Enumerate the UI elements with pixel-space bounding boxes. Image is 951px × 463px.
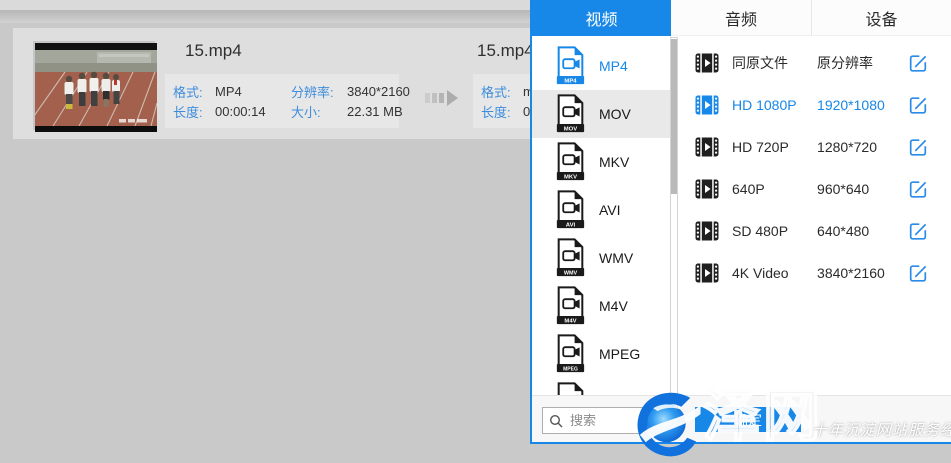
preset-row-640p[interactable]: 640P 960*640	[678, 168, 951, 210]
tab-audio[interactable]: 音频	[671, 0, 811, 36]
video-thumbnail[interactable]	[33, 41, 155, 130]
size-value: 22.31 MB	[347, 104, 410, 119]
svg-text:MKV: MKV	[564, 174, 577, 180]
search-icon	[549, 414, 563, 428]
panel-bottom-bar: 确定	[532, 395, 951, 442]
confirm-button[interactable]: 确定	[695, 407, 801, 432]
convert-arrow-icon	[425, 90, 460, 106]
format-label: AVI	[599, 202, 621, 218]
filmstrip-icon	[695, 51, 719, 75]
svg-text:MPEG: MPEG	[563, 366, 578, 372]
resolution-value: 3840*2160	[347, 84, 410, 99]
svg-text:M4V: M4V	[564, 318, 576, 324]
size-label: 大小:	[291, 102, 347, 121]
source-file-title: 15.mp4	[185, 41, 242, 61]
format-label: 格式:	[481, 82, 523, 101]
format-item-wmv[interactable]: WMV WMV	[532, 234, 670, 282]
filmstrip-icon	[695, 93, 719, 117]
video-file-icon: AVI	[555, 190, 586, 230]
preset-list: 同原文件 原分辨率 HD 1080P 1920*1080	[678, 36, 951, 395]
duration-label: 长度:	[481, 102, 523, 121]
video-file-icon: MOV	[555, 94, 586, 134]
svg-text:WMV: WMV	[564, 270, 578, 276]
thumbnail-image	[35, 43, 157, 132]
format-sidebar: MP4 MP4 MOV MOV	[532, 36, 670, 395]
output-file-title: 15.mp4	[477, 41, 534, 61]
format-item-partial[interactable]	[532, 378, 670, 395]
filmstrip-icon	[695, 135, 719, 159]
format-scrollbar[interactable]	[670, 37, 678, 436]
video-file-icon: WMV	[555, 238, 586, 278]
preset-resolution: 960*640	[817, 181, 908, 197]
preset-row-hd1080p[interactable]: HD 1080P 1920*1080	[678, 84, 951, 126]
preset-name: 4K Video	[732, 265, 817, 281]
video-file-icon: MKV	[555, 142, 586, 182]
edit-icon[interactable]	[908, 137, 928, 157]
preset-resolution: 640*480	[817, 223, 908, 239]
format-item-mp4[interactable]: MP4 MP4	[532, 42, 670, 90]
format-item-m4v[interactable]: M4V M4V	[532, 282, 670, 330]
search-input[interactable]	[568, 412, 665, 429]
preset-row-4k[interactable]: 4K Video 3840*2160	[678, 252, 951, 294]
format-item-avi[interactable]: AVI AVI	[532, 186, 670, 234]
resolution-label: 分辨率:	[291, 82, 347, 101]
tab-device[interactable]: 设备	[811, 0, 951, 36]
format-picker-panel: 视频 音频 设备 MP4 MP4	[530, 0, 951, 444]
filmstrip-icon	[695, 261, 719, 285]
duration-value: 00:00:14	[215, 104, 291, 119]
format-label: M4V	[599, 298, 628, 314]
source-file-info: 格式: MP4 分辨率: 3840*2160 长度: 00:00:14 大小: …	[165, 74, 399, 128]
video-file-icon	[555, 382, 586, 395]
preset-name: HD 1080P	[732, 97, 817, 113]
edit-icon[interactable]	[908, 263, 928, 283]
format-label: WMV	[599, 250, 633, 266]
edit-icon[interactable]	[908, 53, 928, 73]
edit-icon[interactable]	[908, 95, 928, 115]
format-label: MP4	[599, 58, 628, 74]
format-item-mpeg[interactable]: MPEG MPEG	[532, 330, 670, 378]
format-label: MPEG	[599, 346, 640, 362]
duration-label: 长度:	[173, 102, 215, 121]
scrollbar-thumb[interactable]	[671, 39, 677, 194]
preset-name: SD 480P	[732, 223, 817, 239]
filmstrip-icon	[695, 177, 719, 201]
format-value: MP4	[215, 84, 291, 99]
preset-name: 同原文件	[732, 53, 817, 73]
preset-resolution: 3840*2160	[817, 265, 908, 281]
format-label: MKV	[599, 154, 629, 170]
preset-resolution: 1280*720	[817, 139, 908, 155]
filmstrip-icon	[695, 219, 719, 243]
video-file-icon: M4V	[555, 286, 586, 326]
svg-text:MOV: MOV	[564, 126, 577, 132]
edit-icon[interactable]	[908, 221, 928, 241]
edit-icon[interactable]	[908, 179, 928, 199]
preset-row-sd480p[interactable]: SD 480P 640*480	[678, 210, 951, 252]
preset-name: HD 720P	[732, 139, 817, 155]
thumbnail-watermark	[119, 119, 147, 123]
video-file-icon: MP4	[555, 46, 586, 86]
video-file-icon: MPEG	[555, 334, 586, 374]
preset-resolution: 原分辨率	[817, 53, 908, 73]
preset-name: 640P	[732, 181, 817, 197]
tab-video[interactable]: 视频	[532, 0, 671, 36]
svg-text:MP4: MP4	[564, 78, 577, 84]
preset-resolution: 1920*1080	[817, 97, 908, 113]
format-label: 格式:	[173, 82, 215, 101]
format-item-mkv[interactable]: MKV MKV	[532, 138, 670, 186]
preset-row-original[interactable]: 同原文件 原分辨率	[678, 42, 951, 84]
format-tabs: 视频 音频 设备	[532, 0, 951, 36]
search-box[interactable]	[542, 407, 672, 434]
format-label: MOV	[599, 106, 631, 122]
app-window: 15.mp4 格式: MP4 分辨率: 3840*2160 长度: 00:00:…	[0, 0, 951, 463]
preset-row-hd720p[interactable]: HD 720P 1280*720	[678, 126, 951, 168]
format-item-mov[interactable]: MOV MOV	[532, 90, 670, 138]
svg-text:AVI: AVI	[566, 222, 576, 228]
